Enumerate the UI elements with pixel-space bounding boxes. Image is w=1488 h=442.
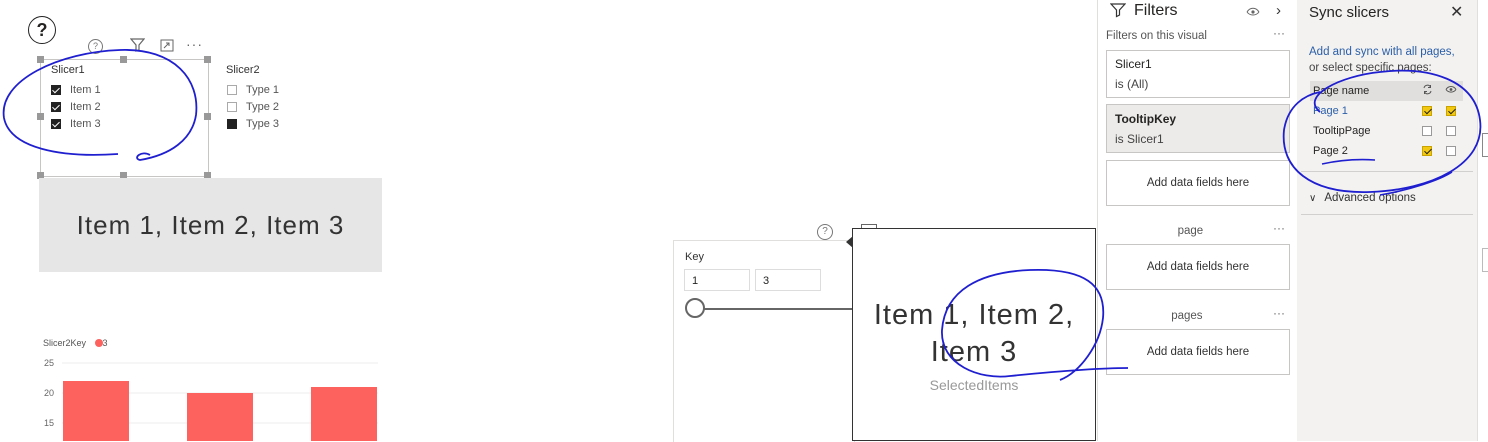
- add-fields-dropzone[interactable]: Add data fields here: [1106, 160, 1290, 206]
- list-item[interactable]: Type 3: [227, 115, 279, 132]
- slicer2-list: Type 1 Type 2 Type 3: [227, 81, 279, 132]
- range-slicer-title: Key: [685, 251, 704, 263]
- sync-checkbox[interactable]: [1422, 106, 1432, 117]
- slicer1-title: Slicer1: [51, 64, 85, 76]
- page-name: Page 2: [1313, 145, 1348, 157]
- add-fields-dropzone[interactable]: Add data fields here: [1106, 244, 1290, 290]
- bar-chart[interactable]: 25 20 15: [38, 352, 378, 441]
- list-item[interactable]: Type 1: [227, 81, 279, 98]
- divider: [1301, 214, 1473, 215]
- filter-icon[interactable]: [129, 38, 146, 55]
- table-row: TooltipPage: [1310, 121, 1463, 141]
- collapse-pane-icon[interactable]: ›: [1276, 2, 1281, 19]
- slicer1-list: Item 1 Item 2 Item 3: [51, 81, 101, 132]
- checkbox-empty-icon[interactable]: [227, 84, 237, 95]
- table-row: Page 2: [1310, 141, 1463, 161]
- chart-bar[interactable]: [311, 387, 377, 441]
- section-visual-title: Filters on this visual: [1106, 30, 1207, 42]
- add-fields-dropzone[interactable]: Add data fields here: [1106, 329, 1290, 375]
- help-icon[interactable]: ?: [817, 224, 833, 240]
- close-icon[interactable]: ✕: [1450, 2, 1463, 22]
- chart-bar[interactable]: [63, 381, 129, 441]
- list-item[interactable]: Type 2: [227, 98, 279, 115]
- filter-card-tooltipkey[interactable]: TooltipKey is Slicer1: [1106, 104, 1290, 153]
- filter-icon: [1109, 2, 1127, 23]
- visible-checkbox[interactable]: [1446, 126, 1456, 137]
- advanced-options-toggle[interactable]: ∨ Advanced options: [1309, 192, 1416, 204]
- page-name: Page 1: [1313, 105, 1348, 117]
- tooltip-text-line1: Item 1, Item 2,: [873, 299, 1075, 331]
- chevron-down-icon: ∨: [1309, 193, 1317, 204]
- sync-desc: or select specific pages:: [1309, 62, 1432, 74]
- checkbox-filled-icon[interactable]: [227, 118, 237, 129]
- focus-mode-icon[interactable]: [160, 39, 174, 55]
- sync-checkbox[interactable]: [1422, 146, 1432, 157]
- range-max-input[interactable]: 3: [755, 269, 821, 291]
- resize-handle[interactable]: [37, 56, 44, 63]
- checkbox-checked-icon[interactable]: [51, 118, 61, 129]
- right-pane-edge: [1477, 0, 1488, 441]
- y-tick-label: 20: [44, 388, 54, 398]
- collapsed-pane-tab[interactable]: [1482, 133, 1488, 157]
- list-item[interactable]: Item 2: [51, 98, 101, 115]
- y-tick-label: 25: [44, 358, 54, 368]
- sync-table: Page name Page 1 TooltipPage Page 2: [1310, 81, 1463, 161]
- eye-icon[interactable]: [1246, 4, 1260, 22]
- visibility-column-icon[interactable]: [1439, 81, 1463, 101]
- chart-bar[interactable]: [187, 393, 253, 441]
- sync-column-icon[interactable]: [1415, 81, 1439, 101]
- sync-title: Sync slicers: [1309, 4, 1390, 21]
- table-row: Page 1: [1310, 101, 1463, 121]
- resize-handle[interactable]: [204, 113, 211, 120]
- resize-handle[interactable]: [204, 56, 211, 63]
- table-header-row: Page name: [1310, 81, 1463, 101]
- filter-card-sub: is Slicer1: [1115, 132, 1164, 146]
- range-min-input[interactable]: 1: [684, 269, 750, 291]
- range-slider-track[interactable]: [696, 308, 856, 310]
- resize-handle[interactable]: [120, 56, 127, 63]
- help-icon[interactable]: ?: [88, 39, 103, 54]
- filter-card-slicer1[interactable]: Slicer1 is (All): [1106, 50, 1290, 98]
- filters-pane: Filters › Filters on this visual ··· Sli…: [1097, 0, 1298, 441]
- y-tick-label: 15: [44, 418, 54, 428]
- checkbox-empty-icon[interactable]: [227, 101, 237, 112]
- chart-legend: Slicer2Key 3: [43, 338, 108, 348]
- more-options-icon[interactable]: ···: [186, 36, 203, 52]
- filter-card-title: TooltipKey: [1115, 112, 1177, 126]
- checkbox-checked-icon[interactable]: [51, 101, 61, 112]
- legend-title: Slicer2Key: [43, 338, 87, 348]
- visible-checkbox[interactable]: [1446, 146, 1456, 157]
- legend-entry: 3: [102, 338, 108, 348]
- filter-card-title: Slicer1: [1115, 57, 1152, 71]
- more-options-icon[interactable]: ···: [1273, 221, 1285, 235]
- card-visual[interactable]: Item 1, Item 2, Item 3: [39, 178, 382, 272]
- help-icon[interactable]: ?: [28, 16, 56, 44]
- tooltip-card: Item 1, Item 2, Item 3 SelectedItems: [852, 228, 1096, 441]
- page-name: TooltipPage: [1313, 125, 1371, 137]
- section-all-pages-title: Filters on all pages: [1171, 310, 1203, 322]
- sync-checkbox[interactable]: [1422, 126, 1432, 137]
- collapsed-pane-tab[interactable]: [1482, 248, 1488, 272]
- more-options-icon[interactable]: ···: [1273, 306, 1285, 320]
- sync-slicers-pane: Sync slicers ✕ Add and sync with all pag…: [1297, 0, 1477, 441]
- visible-checkbox[interactable]: [1446, 106, 1456, 117]
- list-item[interactable]: Item 3: [51, 115, 101, 132]
- range-slider-handle[interactable]: [685, 298, 705, 318]
- divider: [1301, 171, 1473, 172]
- list-item[interactable]: Item 1: [51, 81, 101, 98]
- section-page-title: Filters on this page: [1177, 225, 1204, 237]
- sync-desc-link[interactable]: Add and sync with all pages,: [1309, 46, 1455, 58]
- filter-card-sub: is (All): [1115, 77, 1149, 91]
- filters-title: Filters: [1134, 2, 1178, 19]
- column-header: Page name: [1313, 85, 1370, 97]
- more-options-icon[interactable]: ···: [1273, 26, 1285, 40]
- tooltip-caption: SelectedItems: [929, 377, 1019, 393]
- slicer2-title: Slicer2: [226, 64, 260, 76]
- legend-dot-icon: [94, 339, 103, 347]
- tooltip-text-line2: Item 3: [930, 336, 1018, 368]
- checkbox-checked-icon[interactable]: [51, 84, 61, 95]
- resize-handle[interactable]: [37, 113, 44, 120]
